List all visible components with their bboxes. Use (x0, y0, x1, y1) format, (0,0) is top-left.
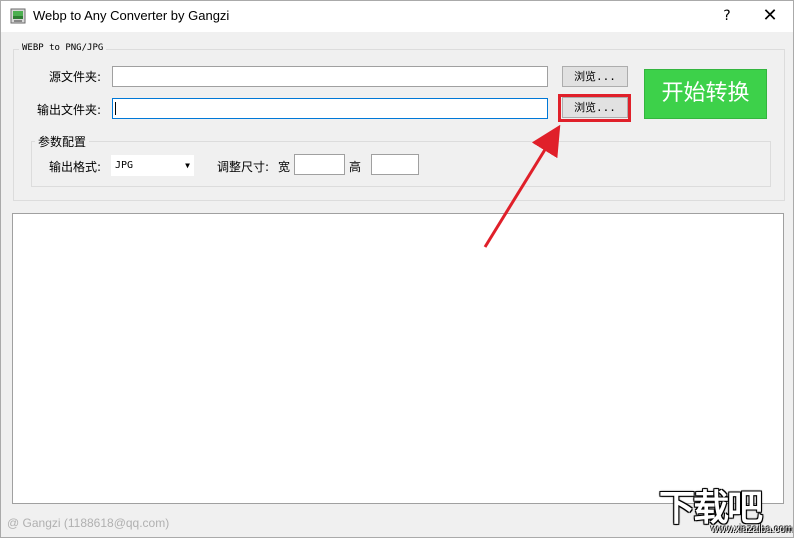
app-window: Webp to Any Converter by Gangzi ? ✕ WEBP… (0, 0, 794, 538)
format-value: JPG (115, 160, 134, 171)
watermark-logo: 下载吧 www.xiazaiba.com (653, 479, 794, 537)
resize-label: 调整尺寸: (217, 160, 270, 174)
text-caret (115, 102, 116, 115)
highlight-box (558, 94, 631, 122)
status-text: @ Gangzi (1188618@qq.com) (7, 516, 170, 530)
output-folder-label: 输出文件夹: (37, 103, 102, 117)
watermark-url-text: www.xiazaiba.com (711, 524, 794, 535)
start-convert-button[interactable]: 开始转换 (644, 69, 767, 119)
help-button[interactable]: ? (715, 5, 739, 27)
close-button[interactable]: ✕ (755, 5, 785, 27)
group-legend: WEBP to PNG/JPG (19, 43, 107, 53)
width-input[interactable] (294, 154, 345, 175)
app-icon (10, 8, 26, 24)
output-folder-input[interactable] (112, 98, 548, 119)
height-label: 高 (349, 160, 362, 174)
format-label: 输出格式: (49, 160, 102, 174)
format-select[interactable]: JPG ▼ (111, 155, 194, 176)
window-title: Webp to Any Converter by Gangzi (33, 8, 230, 23)
source-browse-button[interactable]: 浏览... (562, 66, 628, 87)
chevron-down-icon: ▼ (185, 161, 190, 170)
height-input[interactable] (371, 154, 419, 175)
source-folder-label: 源文件夹: (49, 70, 102, 84)
log-output-area[interactable] (12, 213, 784, 504)
title-bar: Webp to Any Converter by Gangzi ? ✕ (1, 1, 793, 32)
source-folder-input[interactable] (112, 66, 548, 87)
width-label: 宽 (278, 160, 291, 174)
params-legend: 参数配置 (35, 133, 90, 150)
